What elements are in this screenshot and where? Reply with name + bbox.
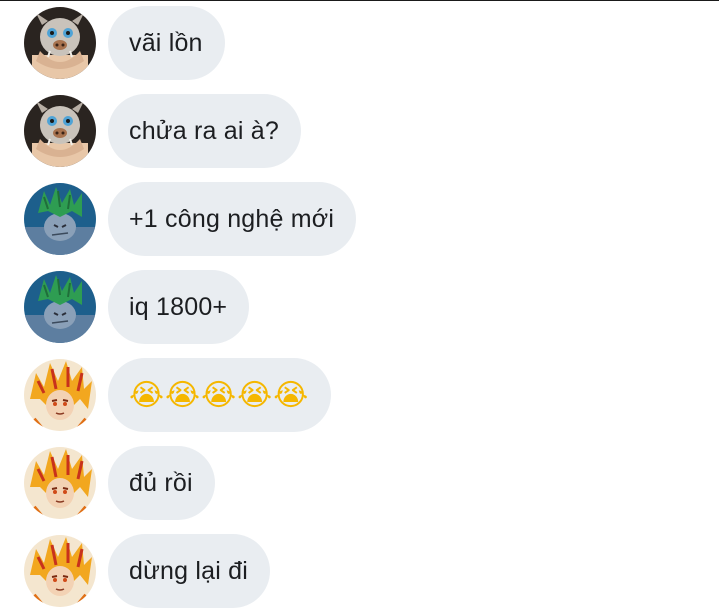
message-text: đủ rồi [129,468,193,497]
message-row: chửa ra ai à? [24,94,301,168]
message-row: vãi lồn [24,6,225,80]
message-row: dừng lại đi [24,534,271,608]
message-bubble[interactable]: iq 1800+ [108,270,250,344]
green-hair-avatar-icon[interactable] [24,183,96,255]
flame-hair-avatar-icon[interactable] [24,535,96,607]
message-bubble[interactable]: dừng lại đi [108,534,271,608]
message-text: +1 công nghệ mới [129,204,335,233]
boar-mask-avatar-icon[interactable] [24,95,96,167]
flame-hair-avatar-icon[interactable] [24,359,96,431]
message-text: vãi lồn [129,28,203,57]
green-hair-avatar-icon[interactable] [24,271,96,343]
message-bubble[interactable]: chửa ra ai à? [108,94,301,168]
message-text: iq 1800+ [129,292,228,321]
message-bubble[interactable]: 😭😭😭😭😭 [108,358,332,432]
message-row: 😭😭😭😭😭 [24,358,332,432]
boar-mask-avatar-icon[interactable] [24,7,96,79]
message-text: chửa ra ai à? [129,116,279,145]
message-emoji: 😭😭😭😭😭 [129,377,310,413]
flame-hair-avatar-icon[interactable] [24,447,96,519]
message-bubble[interactable]: đủ rồi [108,446,215,520]
message-row: iq 1800+ [24,270,250,344]
message-row: +1 công nghệ mới [24,182,357,256]
message-text: dừng lại đi [129,556,249,585]
message-bubble[interactable]: +1 công nghệ mới [108,182,357,256]
top-divider [0,0,719,1]
message-row: đủ rồi [24,446,215,520]
message-bubble[interactable]: vãi lồn [108,6,225,80]
